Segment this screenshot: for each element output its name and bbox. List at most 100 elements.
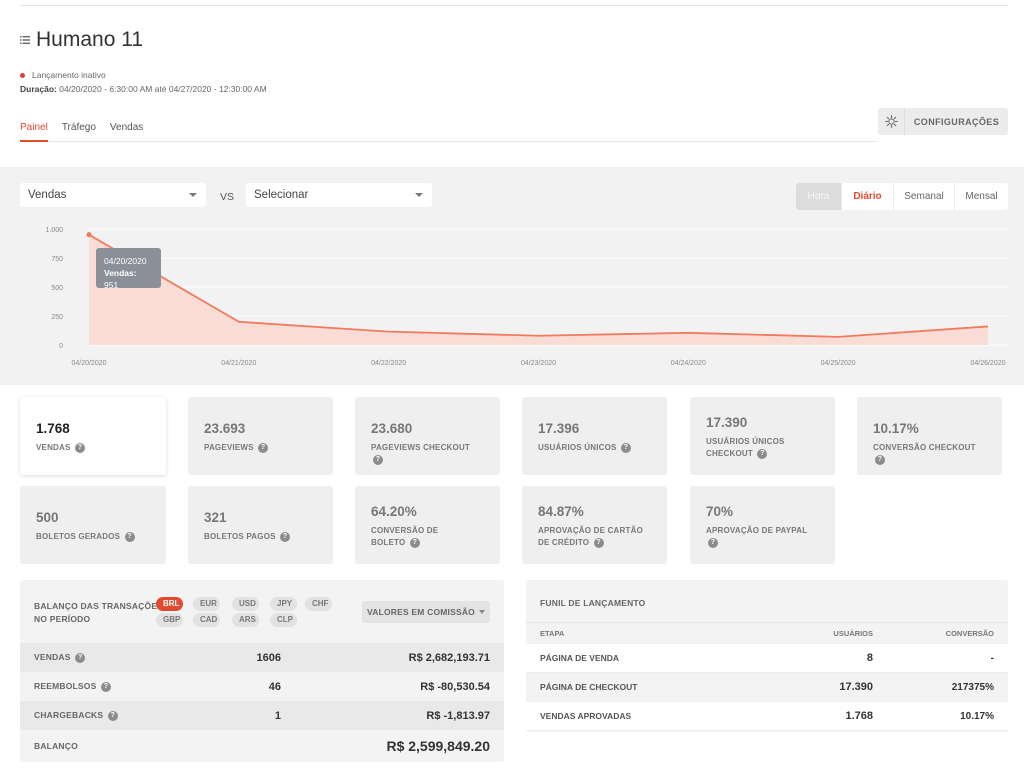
period-semanal[interactable]: Semanal bbox=[893, 183, 954, 210]
balance-row-vendas: VENDAS ? 1606 R$ 2,682,193.71 bbox=[20, 643, 504, 672]
currency-jpy[interactable]: JPY bbox=[270, 597, 297, 611]
card-label: VENDAS bbox=[36, 443, 71, 452]
tab-trafego[interactable]: Tráfego bbox=[62, 122, 96, 142]
help-circle-icon[interactable]: ? bbox=[101, 681, 112, 692]
tooltip-label: Vendas: bbox=[104, 268, 137, 278]
card-value: 84.87% bbox=[538, 504, 584, 519]
card-aprovacao-paypal: 70% APROVAÇÃO DE PAYPAL ? bbox=[690, 486, 835, 564]
help-circle-icon[interactable]: ? bbox=[708, 537, 718, 548]
y-tick-label: 500 bbox=[51, 285, 63, 292]
caret-down-icon bbox=[189, 193, 197, 197]
duration: Duração: 04/20/2020 - 6:30:00 AM até 04/… bbox=[20, 84, 267, 94]
gear-icon bbox=[878, 108, 905, 135]
valores-comissao-button[interactable]: VALORES EM COMISSÃO bbox=[362, 601, 490, 623]
tab-vendas[interactable]: Vendas bbox=[110, 122, 143, 142]
data-point bbox=[86, 232, 92, 238]
card-value: 64.20% bbox=[371, 504, 417, 519]
balance-panel: BALANÇO DAS TRANSAÇÕES NO PERÍODO BRL EU… bbox=[20, 580, 504, 762]
tooltip-date: 04/20/2020 bbox=[104, 256, 147, 266]
status-text: Lançamento inativo bbox=[32, 70, 106, 80]
balance-row-reembolsos: REEMBOLSOS ? 46 R$ -80,530.54 bbox=[20, 672, 504, 701]
funnel-header-users: USUÁRIOS bbox=[833, 629, 873, 638]
card-label: BOLETOS PAGOS bbox=[204, 532, 276, 541]
card-value: 70% bbox=[706, 504, 734, 519]
configuracoes-button[interactable]: CONFIGURAÇÕES bbox=[878, 108, 1008, 135]
currency-eur[interactable]: EUR bbox=[193, 597, 220, 611]
currency-brl[interactable]: BRL bbox=[156, 597, 183, 611]
balance-row-value: R$ -80,530.54 bbox=[420, 680, 490, 693]
currency-clp[interactable]: CLP bbox=[270, 613, 297, 627]
funnel-row: PÁGINA DE CHECKOUT 17.390 217375% bbox=[526, 673, 1008, 702]
x-tick-label: 04/26/2020 bbox=[970, 360, 1005, 367]
funnel-users: 8 bbox=[866, 652, 873, 664]
page-header: Humano 11 bbox=[20, 28, 143, 52]
currency-chf[interactable]: CHF bbox=[305, 597, 332, 611]
help-circle-icon[interactable]: ? bbox=[373, 454, 383, 465]
x-tick-label: 04/24/2020 bbox=[671, 360, 706, 367]
compare-select[interactable]: Selecionar bbox=[246, 183, 432, 207]
help-circle-icon[interactable]: ? bbox=[75, 652, 86, 663]
currency-ars[interactable]: ARS bbox=[232, 613, 259, 627]
list-icon bbox=[20, 36, 30, 44]
caret-down-icon bbox=[415, 193, 423, 197]
funnel-stage: PÁGINA DE CHECKOUT bbox=[540, 682, 638, 692]
card-conversao-checkout: 10.17% CONVERSÃO CHECKOUT ? bbox=[857, 397, 1002, 475]
help-circle-icon[interactable]: ? bbox=[280, 531, 291, 542]
balance-row-count: 46 bbox=[268, 680, 281, 693]
card-vendas[interactable]: 1.768 VENDAS ? bbox=[20, 397, 166, 475]
balance-title-line2: NO PERÍODO bbox=[34, 614, 91, 624]
card-label: CONVERSÃO DE BOLETO bbox=[371, 526, 439, 547]
currency-usd[interactable]: USD bbox=[232, 597, 259, 611]
help-circle-icon[interactable]: ? bbox=[593, 537, 604, 548]
help-circle-icon[interactable]: ? bbox=[258, 442, 269, 453]
y-tick-label: 1.000 bbox=[45, 227, 63, 234]
funnel-users: 1.768 bbox=[845, 710, 873, 722]
currency-gbp[interactable]: GBP bbox=[156, 613, 183, 627]
help-circle-icon[interactable]: ? bbox=[107, 710, 118, 721]
help-circle-icon[interactable]: ? bbox=[875, 454, 885, 465]
balance-row-count: 1606 bbox=[256, 651, 281, 664]
period-hora[interactable]: Hora bbox=[796, 183, 841, 210]
card-boletos-pagos: 321 BOLETOS PAGOS ? bbox=[188, 486, 333, 564]
y-tick-label: 750 bbox=[51, 256, 63, 263]
help-circle-icon[interactable]: ? bbox=[621, 442, 631, 453]
card-value: 17.390 bbox=[706, 415, 748, 430]
period-diario[interactable]: Diário bbox=[841, 183, 893, 210]
y-tick-label: 0 bbox=[59, 343, 63, 350]
tab-painel[interactable]: Painel bbox=[20, 122, 48, 142]
funnel-row: PÁGINA DE VENDA 8 - bbox=[526, 644, 1008, 673]
balance-row-label: REEMBOLSOS bbox=[34, 681, 97, 692]
metric-select[interactable]: Vendas bbox=[20, 183, 206, 207]
period-mensal[interactable]: Mensal bbox=[954, 183, 1008, 210]
card-label: USUÁRIOS ÚNICOS bbox=[538, 443, 617, 452]
x-tick-label: 04/25/2020 bbox=[821, 360, 856, 367]
duration-label: Duração: bbox=[20, 84, 57, 94]
help-circle-icon[interactable]: ? bbox=[74, 442, 85, 453]
funnel-users: 17.390 bbox=[839, 681, 873, 693]
help-circle-icon[interactable]: ? bbox=[124, 531, 135, 542]
card-boletos-gerados: 500 BOLETOS GERADOS ? bbox=[20, 486, 166, 564]
page-title: Humano 11 bbox=[36, 28, 144, 51]
caret-down-icon bbox=[479, 610, 485, 614]
funnel-panel: FUNIL DE LANÇAMENTO ETAPA USUÁRIOS CONVE… bbox=[526, 580, 1008, 732]
card-label: PAGEVIEWS bbox=[204, 443, 254, 452]
help-circle-icon[interactable]: ? bbox=[409, 537, 420, 548]
currency-cad[interactable]: CAD bbox=[193, 613, 220, 627]
card-label: PAGEVIEWS CHECKOUT bbox=[371, 443, 471, 452]
card-value: 23.680 bbox=[371, 421, 413, 436]
card-value: 321 bbox=[204, 510, 227, 525]
card-label: CONVERSÃO CHECKOUT bbox=[873, 443, 976, 452]
top-divider bbox=[20, 5, 1008, 6]
vs-label: VS bbox=[220, 191, 235, 203]
chart-tooltip: 04/20/2020 Vendas: 951 bbox=[96, 248, 161, 290]
balance-total-value: R$ 2,599,849.20 bbox=[386, 737, 490, 754]
metric-select-value: Vendas bbox=[28, 189, 67, 201]
help-circle-icon[interactable]: ? bbox=[757, 448, 768, 459]
card-pageviews: 23.693 PAGEVIEWS ? bbox=[188, 397, 333, 475]
card-label: USUÁRIOS ÚNICOS CHECKOUT bbox=[706, 437, 785, 458]
card-value: 23.693 bbox=[204, 421, 246, 436]
tooltip-value: 951 bbox=[104, 280, 119, 290]
balance-title: BALANÇO DAS TRANSAÇÕES NO PERÍODO bbox=[34, 600, 163, 626]
balance-row-count: 1 bbox=[274, 709, 281, 722]
tab-bar: Painel Tráfego Vendas bbox=[20, 122, 878, 142]
